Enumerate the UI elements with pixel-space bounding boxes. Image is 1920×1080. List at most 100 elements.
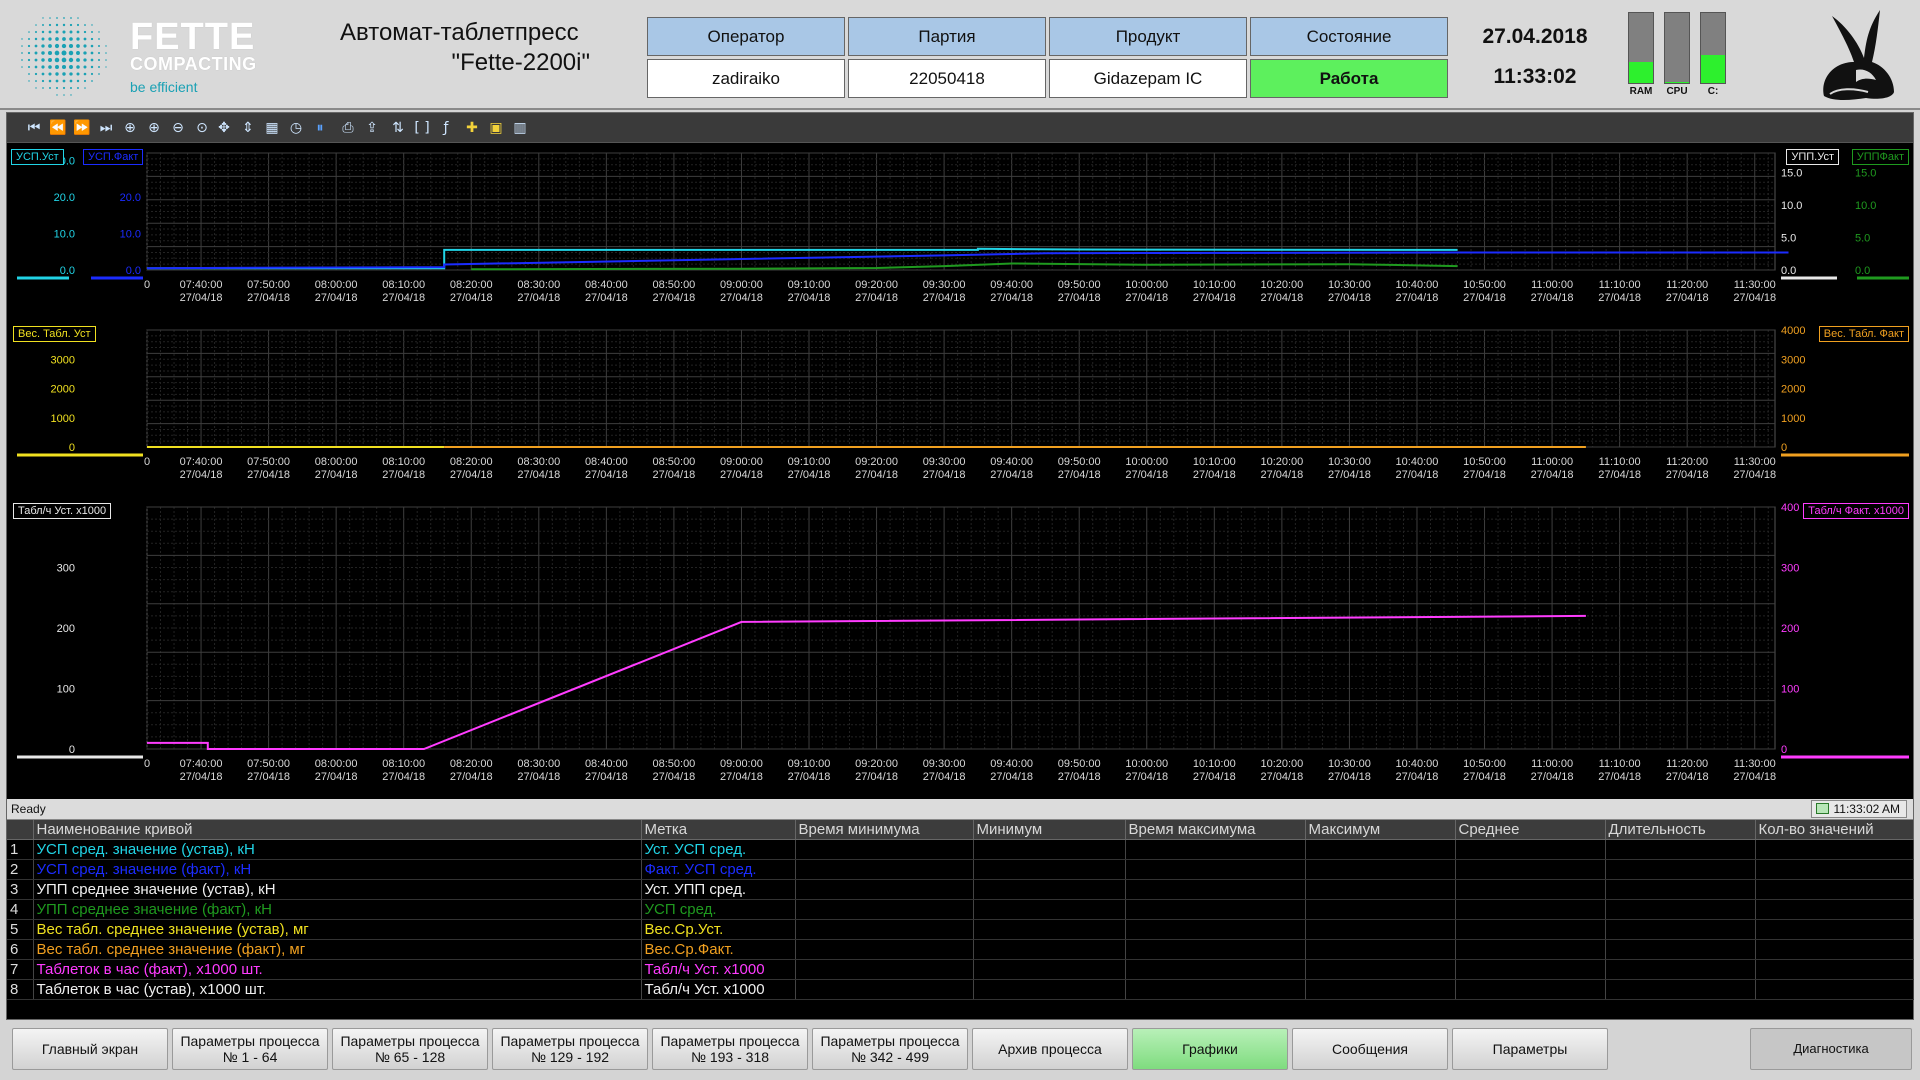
nav-process-params-2[interactable]: Параметры процесса № 65 - 128 xyxy=(332,1028,488,1070)
time-tick-label: 10:50:00 xyxy=(1463,279,1506,291)
prev-icon[interactable]: ⏪ xyxy=(47,117,69,139)
curve-stat-cell xyxy=(1125,959,1306,980)
bracket-icon[interactable]: [ ] xyxy=(411,117,433,139)
force-chart[interactable]: 0.00.010.010.020.020.030.030.00.00.05.05… xyxy=(7,143,1913,320)
legend-right-0[interactable]: Табл/ч Факт. х1000 xyxy=(1803,503,1909,519)
zoom-icon[interactable]: ⊙ xyxy=(191,117,213,139)
add-icon[interactable]: ✚ xyxy=(461,117,483,139)
zoom-out-icon[interactable]: ⊖ xyxy=(167,117,189,139)
curve-stat-cell xyxy=(795,899,974,920)
curve-row[interactable]: 1 УСП сред. значение (устав), кН Уст. УСП … xyxy=(7,839,1914,860)
legend-left-0[interactable]: Вес. Табл. Уст xyxy=(13,326,96,342)
right-axis-tick: 0 xyxy=(1781,442,1787,454)
legend-left-0[interactable]: Табл/ч Уст. х1000 xyxy=(13,503,112,519)
curve-stat-cell xyxy=(1605,879,1756,900)
date-tick-label: 27/04/18 xyxy=(1666,771,1709,783)
time-tick-label: 10:30:00 xyxy=(1328,456,1371,468)
export-icon[interactable]: ⇪ xyxy=(361,117,383,139)
nav-process-params-4[interactable]: Параметры процесса № 193 - 318 xyxy=(652,1028,808,1070)
nav-messages[interactable]: Сообщения xyxy=(1292,1028,1448,1070)
date-tick-label: 27/04/18 xyxy=(1733,292,1776,304)
date-tick-label: 27/04/18 xyxy=(1598,771,1641,783)
col-count[interactable]: Кол-во значений xyxy=(1755,820,1914,840)
curve-row[interactable]: 2 УСП сред. значение (факт), кН Факт. УСП … xyxy=(7,859,1914,880)
curve-row[interactable]: 3 УПП среднее значение (устав), кН Уст. УП… xyxy=(7,879,1914,900)
col-min[interactable]: Минимум xyxy=(973,820,1126,840)
time-tick-label: 11:00:00 xyxy=(1531,456,1573,468)
col-min-time[interactable]: Время минимума xyxy=(795,820,974,840)
axis-icon[interactable]: ⇕ xyxy=(237,117,259,139)
nav-charts[interactable]: Графики xyxy=(1132,1028,1288,1070)
date-tick-label: 27/04/18 xyxy=(382,771,425,783)
time-tick-label: 11:00:00 xyxy=(1531,758,1573,770)
legend-right-1[interactable]: УППФакт xyxy=(1851,149,1909,165)
nav-parameters[interactable]: Параметры xyxy=(1452,1028,1608,1070)
col-duration[interactable]: Длительность xyxy=(1605,820,1756,840)
col-max[interactable]: Максимум xyxy=(1305,820,1456,840)
folder-icon[interactable]: ▣ xyxy=(485,117,507,139)
pan-icon[interactable]: ✥ xyxy=(213,117,235,139)
col-curve-name[interactable]: Наименование кривой xyxy=(33,820,642,840)
time-tick-label: 09:40:00 xyxy=(990,758,1033,770)
curve-table-header: Наименование кривой Метка Время минимума… xyxy=(7,820,1914,840)
date-tick-label: 27/04/18 xyxy=(788,771,831,783)
curve-stat-cell xyxy=(1455,939,1606,960)
nav-process-params-5[interactable]: Параметры процесса № 342 - 499 xyxy=(812,1028,968,1070)
time-tick-label: 08:30:00 xyxy=(517,456,560,468)
batch-header: Партия xyxy=(848,17,1046,56)
curve-stat-cell xyxy=(1455,979,1606,1000)
time-tick-label: 08:40:00 xyxy=(585,279,628,291)
right-axis-tick: 5.0 xyxy=(1855,233,1870,245)
legend-left-1[interactable]: УСП.Факт xyxy=(83,149,144,165)
brand-sub: COMPACTING xyxy=(130,54,257,74)
curve-stat-cell xyxy=(1125,879,1306,900)
curve-tag: Вес.Ср.Факт. xyxy=(641,939,796,960)
pause-icon[interactable]: ⏸ xyxy=(309,117,331,139)
time-tick-label: 10:40:00 xyxy=(1396,279,1439,291)
date-tick-label: 27/04/18 xyxy=(1598,469,1641,481)
next-icon[interactable]: ⏩ xyxy=(71,117,93,139)
nav-label: Параметры процесса xyxy=(660,1033,800,1049)
legend-right-0[interactable]: УПП.Уст xyxy=(1786,149,1839,165)
weight-chart[interactable]: 0100020003000400001000200030004000007:40… xyxy=(7,320,1913,497)
curve-stat-cell xyxy=(973,839,1126,860)
time-tick-label: 08:00:00 xyxy=(315,456,358,468)
first-icon[interactable]: ⏮ xyxy=(23,117,45,139)
operator-header: Оператор xyxy=(647,17,845,56)
grid-icon[interactable]: ▦ xyxy=(261,117,283,139)
curve-row[interactable]: 6 Вес табл. среднее значение (факт), мг Ве… xyxy=(7,939,1914,960)
nav-diagnostics[interactable]: Диагностика xyxy=(1750,1028,1912,1070)
nav-main-screen[interactable]: Главный экран xyxy=(12,1028,168,1070)
curve-stat-cell xyxy=(973,919,1126,940)
nav-process-archive[interactable]: Архив процесса xyxy=(972,1028,1128,1070)
curve-row[interactable]: 8 Таблеток в час (устав), х1000 шт. Табл/ч… xyxy=(7,979,1914,1000)
time-tick-label: 09:20:00 xyxy=(855,456,898,468)
fx-icon[interactable]: ƒ xyxy=(435,117,457,139)
cursor-icon[interactable]: ⇅ xyxy=(387,117,409,139)
time-tick-label: 08:30:00 xyxy=(517,758,560,770)
date-tick-label: 27/04/18 xyxy=(517,469,560,481)
legend-right-0[interactable]: Вес. Табл. Факт xyxy=(1818,326,1909,342)
date-tick-label: 27/04/18 xyxy=(855,469,898,481)
tablets-per-hour-chart[interactable]: 01002003004000100200300400007:40:0027/04… xyxy=(7,497,1913,799)
print-icon[interactable]: ⎙ xyxy=(337,117,359,139)
time-tick-label: 11:00:00 xyxy=(1531,279,1573,291)
col-tag[interactable]: Метка xyxy=(641,820,796,840)
zoom-in-icon[interactable]: ⊕ xyxy=(143,117,165,139)
cpu-meter xyxy=(1664,12,1690,84)
col-mean[interactable]: Среднее xyxy=(1455,820,1606,840)
curve-row[interactable]: 7 Таблеток в час (факт), х1000 шт. Табл/ч … xyxy=(7,959,1914,980)
time-tick-label: 10:40:00 xyxy=(1396,758,1439,770)
time-tick-label: 07:40:00 xyxy=(180,758,223,770)
nav-process-params-1[interactable]: Параметры процесса № 1 - 64 xyxy=(172,1028,328,1070)
ram-meter xyxy=(1628,12,1654,84)
last-icon[interactable]: ⏭ xyxy=(95,117,117,139)
col-max-time[interactable]: Время максимума xyxy=(1125,820,1306,840)
nav-process-params-3[interactable]: Параметры процесса № 129 - 192 xyxy=(492,1028,648,1070)
curve-row[interactable]: 4 УПП среднее значение (факт), кН УСП сред… xyxy=(7,899,1914,920)
clock-icon[interactable]: ◷ xyxy=(285,117,307,139)
curve-row[interactable]: 5 Вес табл. среднее значение (устав), мг В… xyxy=(7,919,1914,940)
settings-icon[interactable]: ▥ xyxy=(509,117,531,139)
zoom-fit-icon[interactable]: ⊕ xyxy=(119,117,141,139)
legend-left-0[interactable]: УСП.Уст xyxy=(11,149,64,165)
